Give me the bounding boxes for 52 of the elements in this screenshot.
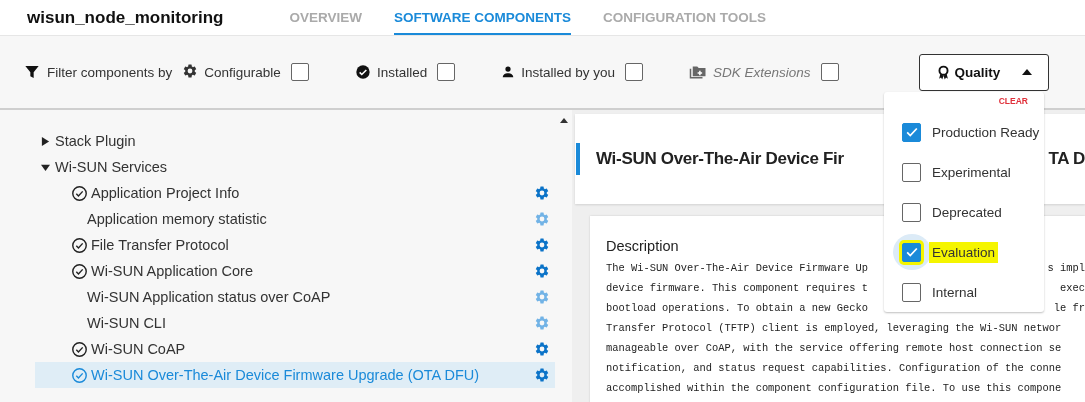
checkbox[interactable] — [625, 63, 643, 81]
tab[interactable]: SOFTWARE COMPONENTS — [394, 0, 571, 35]
quality-dropdown[interactable]: Quality — [919, 53, 1049, 91]
tree-item[interactable]: Stack Plugin — [35, 128, 555, 154]
option-label[interactable]: Experimental — [932, 164, 1011, 180]
clear-link[interactable]: CLEAR — [998, 96, 1028, 106]
checkbox[interactable] — [902, 282, 921, 302]
filter-icon — [24, 63, 40, 81]
tree-item[interactable]: Wi-SUN Application Core — [35, 258, 555, 284]
tree-item[interactable]: Wi-SUN Services — [35, 154, 555, 180]
filter-option-label: Installed — [376, 64, 428, 80]
description-text: The Wi-SUN Over-The-Air Device Firmware Up — [606, 262, 868, 274]
description-text: notification, and status request capabilities. Configuration of the conne — [606, 362, 1062, 374]
option-label[interactable]: Deprecated — [932, 204, 1002, 220]
gear-icon[interactable] — [182, 62, 199, 79]
checkbox[interactable] — [820, 63, 839, 81]
project-title: wisun_node_monitoring — [27, 7, 224, 28]
filter-label: Filter components by — [47, 64, 173, 80]
section-heading: Description — [606, 238, 679, 254]
tree-item[interactable]: Application Project Info — [35, 180, 555, 206]
option-label[interactable]: Internal — [932, 284, 978, 300]
description-text: manageable over CoAP, with the service offering remote host connection se — [606, 342, 1062, 354]
checkbox[interactable] — [290, 63, 309, 81]
tree-item[interactable]: Application memory statistic — [35, 206, 555, 232]
check-circle-icon — [354, 64, 371, 80]
description-text: device firmware. This component requires t — [606, 282, 868, 294]
component-title: TA D — [1048, 149, 1085, 169]
description-text: accomplished within the component configuration file. To use this compone — [606, 382, 1062, 394]
caret-up-icon — [1022, 69, 1033, 75]
description-text: s impl — [1047, 262, 1085, 274]
folder-plus-icon — [689, 64, 707, 80]
person-icon — [501, 65, 516, 79]
scroll-up-icon[interactable] — [559, 118, 568, 123]
option-label[interactable]: Production Ready — [932, 124, 1040, 140]
option-label[interactable]: Evaluation — [932, 244, 996, 260]
checkbox[interactable] — [902, 162, 921, 182]
tree-item[interactable]: Wi-SUN CLI — [35, 310, 555, 336]
description-text: Transfer Protocol (TFTP) client is employed, leveraging the Wi-SUN networ — [606, 322, 1062, 334]
caret-right-icon[interactable] — [41, 136, 50, 146]
filter-option-label: Configurable — [204, 64, 281, 80]
filter-option-label: Installed by you — [521, 64, 615, 80]
description-text: bootload operations. To obtain a new Gecko — [606, 302, 868, 314]
checkbox[interactable] — [902, 202, 921, 222]
component-title: Wi-SUN Over-The-Air Device Fir — [596, 149, 844, 169]
caret-down-icon[interactable] — [41, 162, 50, 172]
filter-option-label: SDK Extensions — [713, 64, 811, 80]
tree-item[interactable]: Wi-SUN CoAP — [35, 336, 555, 362]
tree-item[interactable]: File Transfer Protocol — [35, 232, 555, 258]
checkbox[interactable] — [437, 63, 456, 81]
tree-item[interactable]: Wi-SUN Application status over CoAP — [35, 284, 555, 310]
description-text: exec — [1060, 282, 1085, 294]
description-text: le fr — [1053, 302, 1085, 314]
